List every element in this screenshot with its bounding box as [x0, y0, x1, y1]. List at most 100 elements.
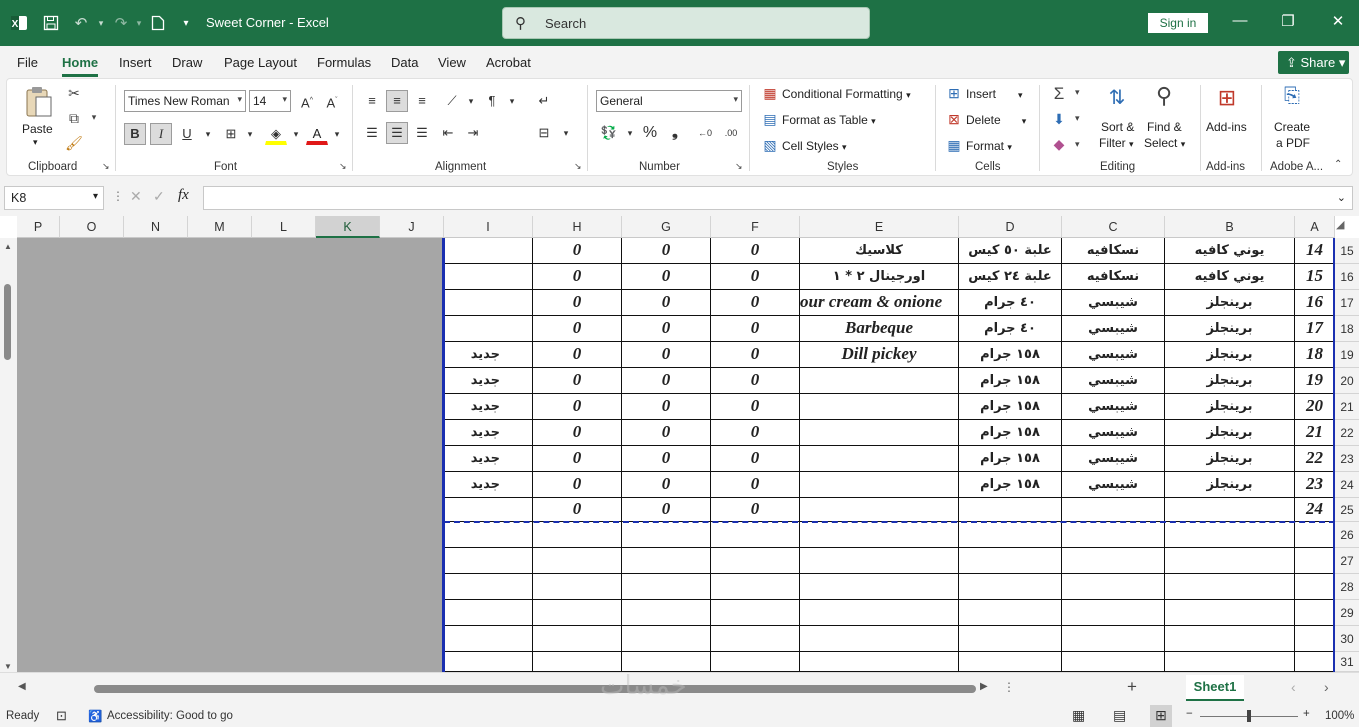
column-header-b[interactable]: B: [1165, 216, 1295, 238]
cell-c[interactable]: شيبسي: [1062, 446, 1165, 472]
cell-f[interactable]: [711, 522, 800, 548]
row-header[interactable]: 26: [1335, 522, 1359, 548]
cell-a[interactable]: [1295, 600, 1335, 626]
cell-e[interactable]: Barbeque: [800, 316, 959, 342]
cell-g[interactable]: [622, 626, 711, 652]
cell-f[interactable]: 0: [711, 342, 800, 368]
horizontal-scroll-thumb[interactable]: [94, 685, 976, 693]
column-header-p[interactable]: P: [17, 216, 60, 238]
name-box[interactable]: K8 ▾: [4, 186, 104, 210]
increase-decimal-icon[interactable]: ←0: [694, 122, 716, 144]
wrap-text-icon[interactable]: ↵: [533, 90, 555, 112]
cell-i[interactable]: [444, 264, 533, 290]
cell-f[interactable]: [711, 574, 800, 600]
page-break-preview-icon[interactable]: ⊞: [1150, 705, 1172, 727]
cell-a[interactable]: 24: [1295, 498, 1335, 522]
row-header[interactable]: 25: [1335, 498, 1359, 522]
cell-h[interactable]: 0: [533, 368, 622, 394]
cell-i[interactable]: [444, 522, 533, 548]
cell-e[interactable]: اورجينال ٢ * ١: [800, 264, 959, 290]
row-header[interactable]: 16: [1335, 264, 1359, 290]
fill-color-dropdown-icon[interactable]: ▾: [285, 123, 307, 145]
save-icon[interactable]: [40, 12, 62, 34]
cell-f[interactable]: 0: [711, 264, 800, 290]
cell-f[interactable]: [711, 548, 800, 574]
expand-formula-icon[interactable]: ⌄: [1337, 191, 1346, 204]
fill-icon[interactable]: ⬇: [1050, 111, 1068, 128]
normal-view-icon[interactable]: ▦: [1072, 707, 1085, 724]
cell-g[interactable]: [622, 574, 711, 600]
find-select-label[interactable]: Find &: [1147, 120, 1182, 134]
cell-e[interactable]: [800, 420, 959, 446]
cell-d[interactable]: علبة ٢٤ كيس: [959, 264, 1062, 290]
clear-dropdown-icon[interactable]: ▾: [1075, 139, 1080, 150]
cell-b[interactable]: [1165, 548, 1295, 574]
text-direction-icon[interactable]: ¶: [481, 90, 503, 112]
column-header-n[interactable]: N: [124, 216, 188, 238]
italic-button[interactable]: I: [150, 123, 172, 145]
align-left-icon[interactable]: ☰: [361, 122, 383, 144]
cell-a[interactable]: 18: [1295, 342, 1335, 368]
row-header[interactable]: 28: [1335, 574, 1359, 600]
scroll-left-icon[interactable]: ◀: [18, 681, 26, 692]
decrease-font-icon[interactable]: Aˇ: [321, 90, 343, 112]
column-header-e[interactable]: E: [800, 216, 959, 238]
cell-b[interactable]: برينجلز: [1165, 472, 1295, 498]
number-format-combo[interactable]: General ▾: [596, 90, 742, 112]
sheet-tab-sheet1[interactable]: Sheet1: [1186, 675, 1244, 701]
cell-b[interactable]: برينجلز: [1165, 342, 1295, 368]
cell-c[interactable]: شيبسي: [1062, 342, 1165, 368]
cell-g[interactable]: 0: [622, 368, 711, 394]
cell-a[interactable]: 23: [1295, 472, 1335, 498]
cell-b[interactable]: برينجلز: [1165, 316, 1295, 342]
format-painter-icon[interactable]: 🖌: [65, 135, 83, 152]
cell-b[interactable]: برينجلز: [1165, 368, 1295, 394]
cell-i[interactable]: جديد: [444, 394, 533, 420]
column-header-d[interactable]: D: [959, 216, 1062, 238]
cell-f[interactable]: 0: [711, 290, 800, 316]
cell-h[interactable]: [533, 626, 622, 652]
row-header[interactable]: 18: [1335, 316, 1359, 342]
cell-d[interactable]: [959, 574, 1062, 600]
create-pdf-button[interactable]: a PDF: [1276, 136, 1310, 150]
row-header[interactable]: 31: [1335, 652, 1359, 672]
increase-indent-icon[interactable]: ⇥: [462, 122, 484, 144]
cell-g[interactable]: 0: [622, 316, 711, 342]
cell-f[interactable]: 0: [711, 446, 800, 472]
cell-d[interactable]: ٤٠ جرام: [959, 316, 1062, 342]
row-header[interactable]: 17: [1335, 290, 1359, 316]
cell-e[interactable]: [800, 498, 959, 522]
paste-button[interactable]: Paste: [22, 122, 53, 136]
tab-home[interactable]: Home: [62, 55, 99, 77]
column-header-a[interactable]: A: [1295, 216, 1335, 238]
column-header-i[interactable]: I: [444, 216, 533, 238]
cell-e[interactable]: [800, 548, 959, 574]
cell-a[interactable]: [1295, 652, 1335, 672]
cell-i[interactable]: جديد: [444, 420, 533, 446]
cell-d[interactable]: ١٥٨ جرام: [959, 394, 1062, 420]
enter-formula-icon[interactable]: ✓: [153, 188, 165, 205]
cell-b[interactable]: [1165, 498, 1295, 522]
cell-e[interactable]: [800, 600, 959, 626]
scroll-right-icon[interactable]: ▶: [980, 681, 988, 692]
bold-button[interactable]: B: [124, 123, 146, 145]
cell-c[interactable]: [1062, 574, 1165, 600]
column-header-h[interactable]: H: [533, 216, 622, 238]
cell-h[interactable]: 0: [533, 394, 622, 420]
alignment-launcher-icon[interactable]: ↘: [574, 161, 582, 172]
cell-f[interactable]: 0: [711, 368, 800, 394]
cell-g[interactable]: 0: [622, 342, 711, 368]
cell-i[interactable]: [444, 316, 533, 342]
tab-file[interactable]: File: [17, 55, 38, 70]
cell-e[interactable]: [800, 652, 959, 672]
align-bottom-icon[interactable]: ≡: [411, 90, 433, 112]
cell-h[interactable]: [533, 548, 622, 574]
cell-e[interactable]: كلاسيك: [800, 238, 959, 264]
cell-e[interactable]: [800, 574, 959, 600]
fill-color-icon[interactable]: ◈: [265, 123, 287, 145]
cell-i[interactable]: [444, 498, 533, 522]
row-header[interactable]: 30: [1335, 626, 1359, 652]
cell-i[interactable]: [444, 600, 533, 626]
cell-e[interactable]: [800, 472, 959, 498]
column-header-j[interactable]: J: [380, 216, 444, 238]
